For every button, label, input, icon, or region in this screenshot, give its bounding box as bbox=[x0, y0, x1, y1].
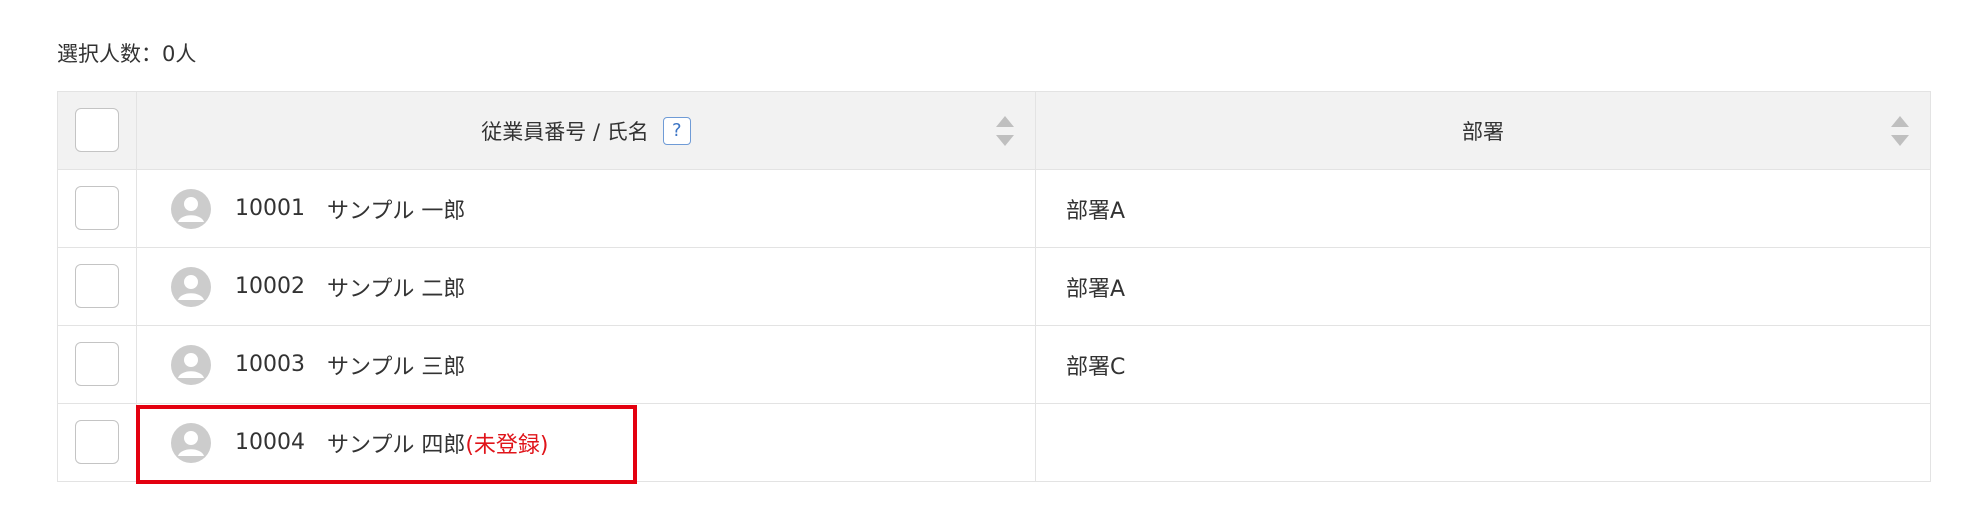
department-cell: 部署A bbox=[1035, 169, 1931, 248]
row-checkbox[interactable] bbox=[75, 419, 119, 464]
sort-icon[interactable] bbox=[1890, 114, 1910, 148]
row-select-cell bbox=[57, 247, 137, 326]
employee-name: サンプル 三郎 bbox=[327, 354, 466, 380]
row-select-cell bbox=[57, 169, 137, 248]
employee-number: 10002 bbox=[235, 274, 305, 299]
department-cell: 部署A bbox=[1035, 247, 1931, 326]
employee-name: サンプル 四郎 bbox=[327, 432, 466, 458]
table-row: 10001 サンプル 一郎 部署A bbox=[57, 169, 1931, 248]
user-avatar-icon bbox=[171, 188, 211, 229]
department-column-header[interactable]: 部署 bbox=[1035, 91, 1931, 170]
user-avatar-icon bbox=[171, 266, 211, 307]
employee-table: 従業員番号 / 氏名 ? 部署 10001 サンプル 一郎 部署A 10002 … bbox=[57, 91, 1931, 482]
selected-count: 選択人数：0人 bbox=[57, 40, 196, 68]
employee-number: 10004 bbox=[235, 430, 305, 455]
row-select-cell bbox=[57, 325, 137, 404]
employee-cell: 10002 サンプル 二郎 bbox=[136, 247, 1036, 326]
employee-name: サンプル 二郎 bbox=[327, 276, 466, 302]
employee-column-title: 従業員番号 / 氏名 bbox=[481, 119, 649, 144]
user-avatar-icon bbox=[171, 344, 211, 385]
department-value: 部署A bbox=[1066, 198, 1126, 224]
employee-cell: 10003 サンプル 三郎 bbox=[136, 325, 1036, 404]
help-icon[interactable]: ? bbox=[662, 116, 691, 145]
employee-cell: 10004 サンプル 四郎 (未登録) bbox=[136, 403, 1036, 482]
row-checkbox[interactable] bbox=[75, 341, 119, 386]
table-row: 10003 サンプル 三郎 部署C bbox=[57, 325, 1931, 404]
table-row: 10004 サンプル 四郎 (未登録) bbox=[57, 403, 1931, 482]
row-checkbox[interactable] bbox=[75, 263, 119, 308]
selected-count-label: 選択人数： bbox=[57, 42, 162, 66]
department-cell: 部署C bbox=[1035, 325, 1931, 404]
user-avatar-icon bbox=[171, 422, 211, 463]
table-row: 10002 サンプル 二郎 部署A bbox=[57, 247, 1931, 326]
department-column-title: 部署 bbox=[1462, 119, 1504, 144]
employee-column-header[interactable]: 従業員番号 / 氏名 ? bbox=[136, 91, 1036, 170]
row-checkbox[interactable] bbox=[75, 185, 119, 230]
table-header-row: 従業員番号 / 氏名 ? 部署 bbox=[57, 91, 1931, 170]
employee-number: 10001 bbox=[235, 196, 305, 221]
unregistered-label: (未登録) bbox=[465, 432, 549, 458]
selected-count-value: 0人 bbox=[162, 42, 197, 66]
employee-name: サンプル 一郎 bbox=[327, 198, 466, 224]
select-all-cell bbox=[57, 91, 137, 170]
department-value: 部署C bbox=[1066, 354, 1126, 380]
sort-icon[interactable] bbox=[995, 114, 1015, 148]
select-all-checkbox[interactable] bbox=[75, 107, 119, 152]
employee-number: 10003 bbox=[235, 352, 305, 377]
department-cell bbox=[1035, 403, 1931, 482]
employee-cell: 10001 サンプル 一郎 bbox=[136, 169, 1036, 248]
department-value: 部署A bbox=[1066, 276, 1126, 302]
row-select-cell bbox=[57, 403, 137, 482]
